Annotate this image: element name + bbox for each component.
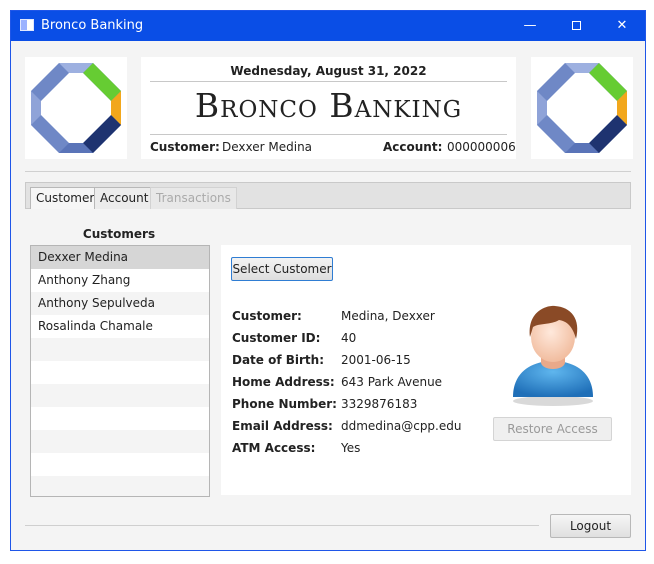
header-separator xyxy=(25,171,631,172)
logout-button[interactable]: Logout xyxy=(550,514,631,538)
phone-number-value: 3329876183 xyxy=(341,397,418,411)
list-empty-row xyxy=(31,384,209,407)
date-of-birth-label: Date of Birth: xyxy=(232,353,325,367)
tab-bar: Customer Account Transactions xyxy=(25,182,631,209)
bronco-logo-right xyxy=(531,57,633,159)
date-of-birth-value: 2001-06-15 xyxy=(341,353,411,367)
header-divider-top xyxy=(150,81,507,82)
bronco-logo-left xyxy=(25,57,127,159)
home-address-label: Home Address: xyxy=(232,375,335,389)
octagon-logo-icon xyxy=(31,63,121,153)
app-icon xyxy=(20,19,34,31)
close-button[interactable]: ✕ xyxy=(599,11,645,41)
home-address-value: 643 Park Avenue xyxy=(341,375,443,389)
maximize-icon xyxy=(571,21,581,30)
atm-access-value: Yes xyxy=(341,441,361,455)
tab-account[interactable]: Account xyxy=(94,187,155,209)
maximize-button[interactable] xyxy=(553,11,599,41)
current-date: Wednesday, August 31, 2022 xyxy=(230,64,427,78)
header-divider-bottom xyxy=(150,134,507,135)
email-address-label: Email Address: xyxy=(232,419,333,433)
list-item[interactable]: Rosalinda Chamale xyxy=(31,315,209,338)
customer-details-panel: Select Customer Customer: Medina, Dexxer… xyxy=(221,245,631,495)
atm-access-label: ATM Access: xyxy=(232,441,316,455)
list-empty-row xyxy=(31,476,209,496)
list-empty-row xyxy=(31,338,209,361)
customer-id-value: 40 xyxy=(341,331,357,345)
list-item[interactable]: Anthony Sepulveda xyxy=(31,292,209,315)
list-empty-row xyxy=(31,361,209,384)
header-account-label: Account: xyxy=(383,140,443,154)
brand-title: Bronco Banking xyxy=(194,86,463,125)
list-empty-row xyxy=(31,407,209,430)
tab-customer[interactable]: Customer xyxy=(30,187,101,209)
footer-divider xyxy=(25,525,539,526)
minimize-button[interactable]: — xyxy=(507,11,553,41)
header-customer-label: Customer: xyxy=(150,140,220,154)
list-empty-row xyxy=(31,430,209,453)
title-bar[interactable]: Bronco Banking — ✕ xyxy=(11,11,645,41)
app-window: Bronco Banking — ✕ Wednesday, August 31,… xyxy=(10,10,646,551)
list-item[interactable]: Anthony Zhang xyxy=(31,269,209,292)
select-customer-button[interactable]: Select Customer xyxy=(231,257,333,281)
phone-number-label: Phone Number: xyxy=(232,397,337,411)
tab-transactions: Transactions xyxy=(150,187,237,209)
user-avatar-icon xyxy=(503,293,603,408)
customers-list-title: Customers xyxy=(82,227,156,241)
customers-list[interactable]: Dexxer Medina Anthony Zhang Anthony Sepu… xyxy=(30,245,210,497)
header-card: Wednesday, August 31, 2022 Bronco Bankin… xyxy=(141,57,516,159)
window-title: Bronco Banking xyxy=(41,18,144,33)
customer-name-label: Customer: xyxy=(232,309,302,323)
octagon-logo-icon xyxy=(537,63,627,153)
list-item[interactable]: Dexxer Medina xyxy=(31,246,209,269)
email-address-value: ddmedina@cpp.edu xyxy=(341,419,462,433)
header-account-value: 000000006 xyxy=(447,140,516,154)
header-customer-value: Dexxer Medina xyxy=(222,140,313,154)
customer-name-value: Medina, Dexxer xyxy=(341,309,435,323)
list-empty-row xyxy=(31,453,209,476)
customer-id-label: Customer ID: xyxy=(232,331,321,345)
restore-access-button: Restore Access xyxy=(493,417,612,441)
